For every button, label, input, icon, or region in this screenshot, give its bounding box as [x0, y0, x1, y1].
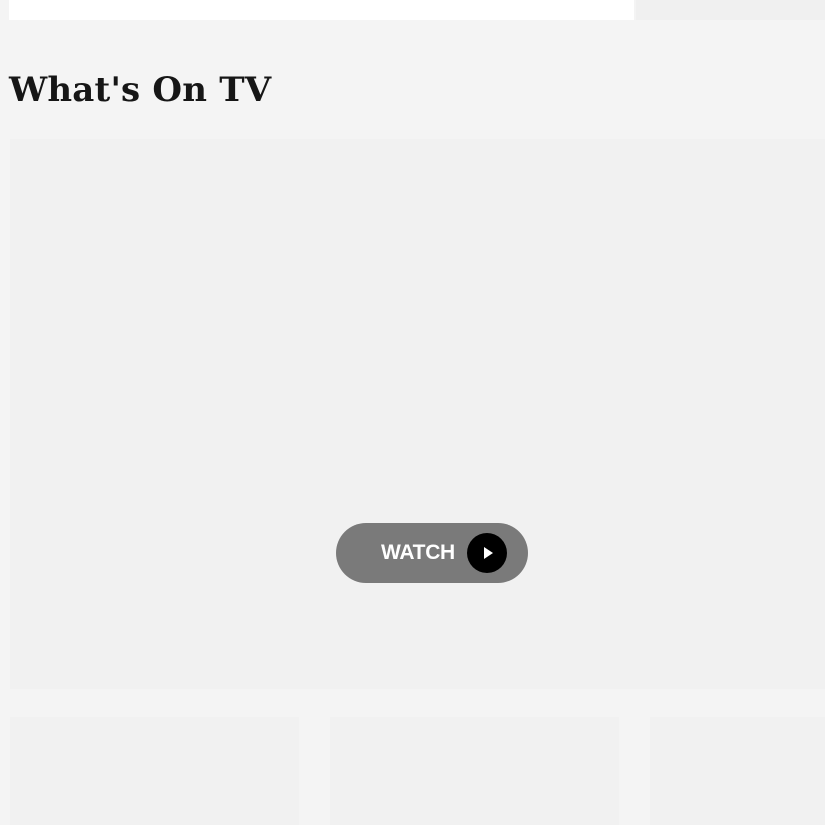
play-icon	[467, 533, 507, 573]
video-player[interactable]: WATCH	[10, 139, 825, 689]
video-card[interactable]	[330, 717, 619, 825]
top-side-placeholder	[636, 0, 825, 20]
video-card[interactable]	[10, 717, 299, 825]
top-banner-placeholder	[9, 0, 634, 20]
video-card[interactable]	[650, 717, 825, 825]
watch-label: WATCH	[381, 541, 455, 564]
watch-button[interactable]: WATCH	[336, 523, 528, 583]
section-title: What's On TV	[9, 70, 272, 110]
